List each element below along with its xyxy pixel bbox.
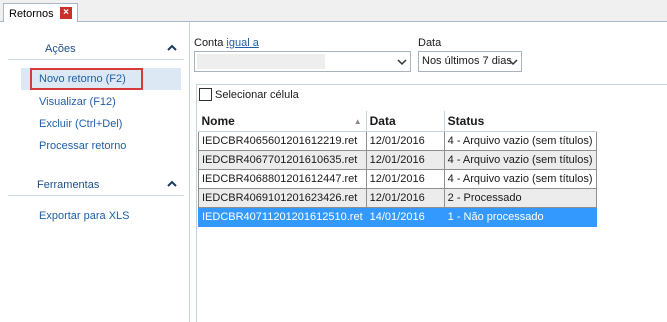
table-header-row: Nome ▲ Data Status — [198, 111, 597, 132]
data-value: Nos últimos 7 dias — [422, 55, 512, 67]
conta-label-text: Conta — [194, 37, 224, 49]
section-header-ferramentas[interactable]: Ferramentas — [8, 174, 184, 196]
menu-item-excluir[interactable]: Excluir (Ctrl+Del) — [39, 118, 122, 130]
section-header-acoes[interactable]: Ações — [8, 38, 184, 60]
tab-strip: Retornos × — [0, 0, 667, 23]
results-table: Nome ▲ Data Status IEDCBR406560120161221… — [198, 111, 597, 227]
cell-status[interactable]: 4 - Arquivo vazio (sem títulos) — [443, 130, 597, 151]
chevron-up-icon[interactable] — [166, 178, 178, 190]
menu-item-exportar-xls[interactable]: Exportar para XLS — [39, 210, 130, 222]
cell-data[interactable]: 12/01/2016 — [365, 149, 445, 170]
data-label: Data — [418, 37, 442, 49]
chevron-up-icon[interactable] — [166, 42, 178, 54]
sidebar — [0, 22, 190, 322]
cell-data[interactable]: 12/01/2016 — [365, 168, 445, 189]
section-title-acoes: Ações — [45, 42, 76, 55]
tab-label: Retornos — [9, 7, 54, 20]
conta-operator-link[interactable]: igual a — [226, 37, 258, 49]
select-cell-label: Selecionar célula — [215, 89, 299, 101]
table-row[interactable]: IEDCBR4068801201612447.ret 12/01/2016 4 … — [198, 168, 597, 189]
column-header-data[interactable]: Data — [366, 111, 445, 132]
cell-data[interactable]: 12/01/2016 — [365, 187, 445, 208]
cell-status[interactable]: 2 - Processado — [443, 187, 597, 208]
tab-retornos[interactable]: Retornos × — [3, 3, 78, 23]
menu-item-novo-retorno[interactable]: Novo retorno (F2) — [39, 73, 126, 85]
sort-ascending-icon: ▲ — [353, 117, 362, 126]
cell-nome[interactable]: IEDCBR4067701201610635.ret — [198, 149, 367, 170]
menu-item-processar-retorno[interactable]: Processar retorno — [39, 140, 126, 152]
table-row[interactable]: IEDCBR4069101201623426.ret 12/01/2016 2 … — [198, 187, 597, 208]
cell-nome[interactable]: IEDCBR4071120120161251​0.ret — [198, 206, 367, 227]
conta-label: Conta igual a — [194, 37, 259, 49]
section-title-ferramentas: Ferramentas — [37, 178, 100, 191]
table-row[interactable]: IEDCBR4067701201610635.ret 12/01/2016 4 … — [198, 149, 597, 170]
column-header-label: Nome — [201, 113, 235, 128]
column-header-status[interactable]: Status — [444, 111, 597, 132]
cell-status[interactable]: 4 - Arquivo vazio (sem títulos) — [443, 149, 597, 170]
select-cell-checkbox[interactable] — [199, 88, 212, 101]
cell-status[interactable]: 1 - Não processado — [443, 206, 597, 227]
chevron-down-icon — [397, 59, 407, 66]
column-header-label: Status — [447, 113, 485, 128]
cell-data[interactable]: 12/01/2016 — [365, 130, 445, 151]
cell-data[interactable]: 14/01/2016 — [365, 206, 445, 227]
data-select[interactable]: Nos últimos 7 dias — [418, 51, 522, 72]
menu-item-visualizar[interactable]: Visualizar (F12) — [39, 96, 116, 108]
table-row-selected[interactable]: IEDCBR4071120120161251​0.ret 14/01/2016 … — [198, 206, 597, 227]
close-icon[interactable]: × — [60, 7, 72, 19]
cell-nome[interactable]: IEDCBR4069101201623426.ret — [198, 187, 367, 208]
column-header-nome[interactable]: Nome ▲ — [198, 111, 367, 132]
table-row[interactable]: IEDCBR4065601201612219.ret 12/01/2016 4 … — [198, 130, 597, 151]
conta-select[interactable] — [194, 51, 411, 72]
cell-nome[interactable]: IEDCBR4065601201612219.ret — [198, 130, 367, 151]
chevron-down-icon — [508, 59, 518, 66]
cell-status[interactable]: 4 - Arquivo vazio (sem títulos) — [443, 168, 597, 189]
column-header-label: Data — [369, 113, 396, 128]
conta-value-placeholder — [197, 54, 325, 69]
cell-nome[interactable]: IEDCBR4068801201612447.ret — [198, 168, 367, 189]
